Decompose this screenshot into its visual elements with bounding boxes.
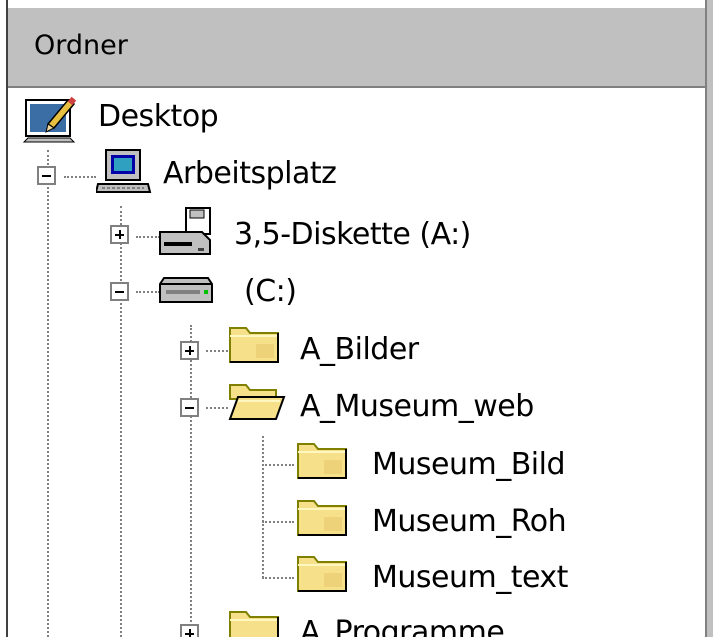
tree-line [262,521,294,523]
tree-line [136,291,160,293]
collapse-icon[interactable] [180,398,199,417]
tree-node-label: Desktop [98,99,219,134]
expand-icon[interactable] [180,341,199,360]
vertical-scrollbar[interactable] [705,0,713,637]
hard-drive-icon [158,272,216,308]
tree-line [120,206,122,637]
desktop-icon [20,94,78,144]
folder-icon [294,436,352,482]
tree-node-label: A_Programme [300,615,505,637]
tree-line [206,350,228,352]
window-border [0,0,713,8]
expand-icon[interactable] [180,624,199,637]
folder-icon [226,604,284,637]
tree-line [262,464,294,466]
folder-icon [294,493,352,539]
tree-line [262,577,294,579]
collapse-icon[interactable] [110,282,129,301]
window-border [0,0,8,637]
folder-icon [226,320,284,366]
tree-node-label: A_Bilder [300,332,419,367]
tree-node-label: 3,5-Diskette (A:) [234,217,471,252]
computer-icon [96,148,152,196]
tree-line [190,325,192,637]
tree-line [64,176,96,178]
tree-line [47,150,49,637]
tree-node-label: (C:) [244,274,297,309]
tree-line [206,407,228,409]
tree-node-label: Arbeitsplatz [163,156,337,191]
tree-line [262,436,264,578]
collapse-icon[interactable] [37,166,56,185]
folder-icon [294,549,352,595]
tree-node-label: Museum_text [372,560,568,595]
floppy-drive-icon [156,206,214,258]
tree-node-label: Museum_Roh [372,504,567,539]
tree-node-label: Museum_Bild [372,447,566,482]
folder-tree-panel: Ordner Desktop Arbeitsplatz 3,5-Diskette… [0,0,713,637]
tree-node-label: A_Museum_web [300,389,534,424]
expand-icon[interactable] [110,225,129,244]
open-folder-icon [226,377,286,423]
folder-tree: Desktop Arbeitsplatz 3,5-Diskette (A:) (… [0,0,705,637]
